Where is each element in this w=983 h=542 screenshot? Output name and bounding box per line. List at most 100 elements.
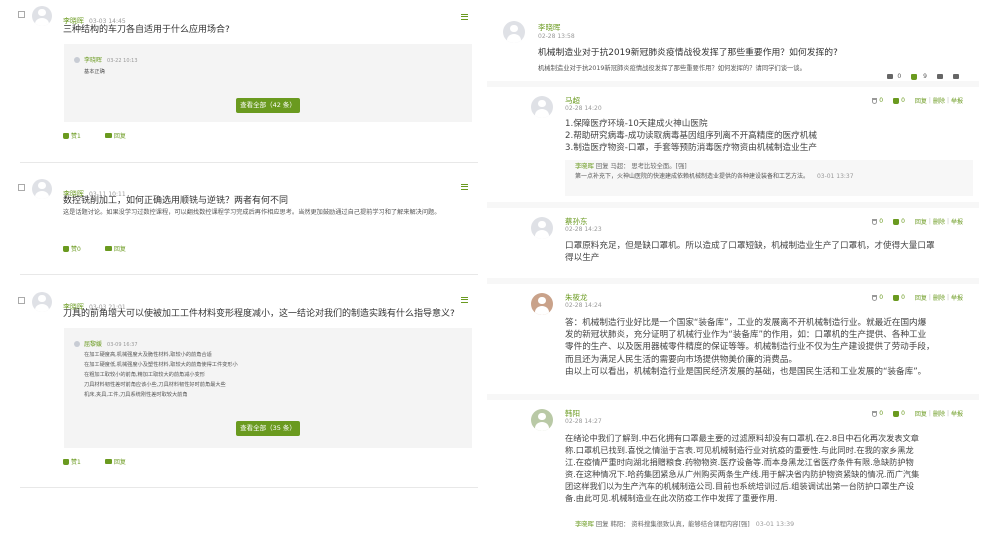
reply-date: 03-01 13:39 <box>755 521 795 528</box>
comment-icon[interactable] <box>937 74 943 79</box>
report-link[interactable]: 举报 <box>951 293 963 302</box>
topic-title[interactable]: 数控铣削加工，如何正确选用顺铣与逆铣？两者有何不同 <box>63 193 288 206</box>
like-icon[interactable] <box>63 245 69 252</box>
select-checkbox[interactable] <box>18 297 25 304</box>
more-icon[interactable] <box>953 74 959 79</box>
like-count: 0 <box>901 410 905 417</box>
like-icon[interactable] <box>893 218 900 225</box>
reply-text-2: 第一点补充下，火神山医院的快速建成依赖机械制造业提供的各种建设装备和工艺方法。 … <box>575 173 854 180</box>
answer-actions: 0 0 回复 | 删除 | 举报 <box>872 96 963 105</box>
reply-author[interactable]: 李晓晖 <box>575 521 594 528</box>
topic-stats: 0 9 <box>883 73 959 80</box>
answer-date: 02-28 14:20 <box>565 105 602 112</box>
topic-post: 李晓晖 03-03 21:01 刀具的前角增大可以使被加工工件材料变形程度减小，这… <box>16 286 478 488</box>
menu-icon[interactable] <box>461 184 468 190</box>
trophy-icon[interactable] <box>872 410 878 417</box>
divider <box>20 274 478 275</box>
reply-link[interactable]: 回复 <box>915 96 927 105</box>
like-icon[interactable] <box>893 97 900 104</box>
trophy-icon[interactable] <box>872 97 878 104</box>
like-icon[interactable] <box>63 132 69 139</box>
avatar <box>32 292 52 312</box>
answer-date: 02-28 14:24 <box>565 302 602 309</box>
topic-title: 机械制造业对于抗2019新冠肺炎疫情战役发挥了那些重要作用？如何发挥的? <box>538 48 838 58</box>
reply-text: 资料搜集很致认真，能够结合课程内容[强] <box>631 521 750 528</box>
topic-header: 李晓晖 02-28 13:58 机械制造业对于抗2019新冠肺炎疫情战役发挥了那… <box>487 15 979 81</box>
reply-preview: 李晓晖 03-22 10:13 基本正确 查看全部（42 条） <box>64 44 472 122</box>
divider <box>20 487 478 488</box>
like-count[interactable]: 赞1 <box>71 131 81 140</box>
reply-link[interactable]: 回复 <box>114 131 126 140</box>
answer-line: 得以生产 <box>565 253 600 264</box>
topic-post: 李晓晖 03-03 14:45 三种结构的车刀各自适用于什么应用场合? 李晓晖 03… <box>16 0 478 163</box>
reply-link[interactable]: 回复 <box>915 217 927 226</box>
reply-link[interactable]: 回复 <box>114 457 126 466</box>
reply-head: 李晓晖 回复 韩阳： 资料搜集很致认真，能够结合课程内容[强] 03-01 13… <box>575 520 963 530</box>
menu-icon[interactable] <box>461 14 468 20</box>
reply-target: 韩阳： <box>610 521 630 528</box>
topic-description: 机械制造业对于抗2019新冠肺炎疫情战役发挥了那些重要作用？如何发挥的？请同学们… <box>538 65 806 72</box>
answer-line: 答：机械制造行业好比是一个国家“装备库”，工业的发展离不开机械制造行业。就最近在… <box>565 318 927 328</box>
answer-date: 02-28 14:23 <box>565 226 602 233</box>
delete-link[interactable]: 删除 <box>933 293 945 302</box>
reply-link[interactable]: 回复 <box>114 244 126 253</box>
select-checkbox[interactable] <box>18 11 25 18</box>
reply-meta: 李晓晖 03-22 10:13 <box>84 55 138 64</box>
delete-link[interactable]: 删除 <box>933 217 945 226</box>
reply-icon[interactable] <box>104 133 112 138</box>
teacher-reply: 李晓晖 回复 韩阳： 资料搜集很致认真，能够结合课程内容[强] 03-01 13… <box>565 518 973 534</box>
delete-link[interactable]: 删除 <box>933 409 945 418</box>
report-link[interactable]: 举报 <box>951 217 963 226</box>
reply-icon[interactable] <box>104 459 112 464</box>
answer-body: 口罩原料充足，但是缺口罩机。所以造成了口罩短缺，机械制造业生产了口罩机，才使得大… <box>565 240 973 264</box>
answer-line: 而且还为满足人民生活的需要向市场提供物美价廉的消费品。 <box>565 354 798 365</box>
delete-link[interactable]: 删除 <box>933 96 945 105</box>
reply-author[interactable]: 李晓晖 <box>575 163 594 170</box>
reply-text: 机床,夹具,工件,刀具系统刚性差时取较大前角 <box>84 392 188 398</box>
page: 李晓晖 03-03 14:45 三种结构的车刀各自适用于什么应用场合? 李晓晖 03… <box>0 0 983 542</box>
avatar <box>503 21 525 43</box>
like-icon[interactable] <box>911 73 918 80</box>
reply-author[interactable]: 李晓晖 <box>84 57 102 64</box>
menu-icon[interactable] <box>461 297 468 303</box>
like-icon[interactable] <box>893 410 900 417</box>
avatar <box>531 409 553 431</box>
trophy-icon[interactable] <box>872 294 878 301</box>
answer-card: 蔡孙东 02-28 14:23 0 0 回复 | 删除 | 举报 口罩原料充足，但是… <box>487 208 979 278</box>
like-count: 9 <box>923 73 927 80</box>
answer-line: 资.在这种情况下.哈药集团紧急从广州购买两条生产线.用于解决省内防护物资紧缺的情… <box>565 469 920 479</box>
reply-author[interactable]: 屈黎媛 <box>84 341 102 348</box>
author-name[interactable]: 李晓晖 <box>538 22 561 33</box>
like-icon[interactable] <box>893 294 900 301</box>
answer-line: 零件的生产、以及医用器械零件精度的保证等等。机械制造行业不仅为生产建设提供了劳动… <box>565 342 935 353</box>
like-icon[interactable] <box>63 458 69 465</box>
post-actions: 赞0 回复 <box>63 244 126 253</box>
select-checkbox[interactable] <box>18 184 25 191</box>
report-link[interactable]: 举报 <box>951 409 963 418</box>
reply-date: 03-09 16:37 <box>107 342 138 348</box>
reply-target: 马超： <box>610 163 630 170</box>
reply-link[interactable]: 回复 <box>915 293 927 302</box>
avatar <box>531 217 553 239</box>
trophy-count: 0 <box>897 73 902 80</box>
reply-icon[interactable] <box>104 246 112 251</box>
topic-title[interactable]: 刀具的前角增大可以使被加工工件材料变形程度减小，这一结论对我们的制造实践有什么指… <box>63 306 455 319</box>
view-all-button[interactable]: 查看全部（35 条） <box>236 421 300 436</box>
topic-title[interactable]: 三种结构的车刀各自适用于什么应用场合? <box>63 22 230 35</box>
view-all-button[interactable]: 查看全部（42 条） <box>236 98 300 113</box>
like-count[interactable]: 赞0 <box>71 244 81 253</box>
reply-link[interactable]: 回复 <box>915 409 927 418</box>
reply-text: 思考比较全面。[强] <box>631 163 687 170</box>
answer-line: 江.在疫情严重时向湖北捐赠粮食.药物物资.医疗设备等.而本身黑龙江省医疗条件有限… <box>565 457 914 467</box>
teacher-reply: 李晓晖 回复 马超： 思考比较全面。[强] 第一点补充下，火神山医院的快速建成依… <box>565 160 973 196</box>
reply-preview: 屈黎媛 03-09 16:37 在加工硬度高,机械强度大及脆性材料,取较小的前角合… <box>64 328 472 448</box>
answer-line: 2.帮助研究病毒-成功读取病毒基因组序列离不开高精度的医疗机械 <box>565 131 817 142</box>
trophy-icon[interactable] <box>887 74 894 79</box>
trophy-icon[interactable] <box>872 218 878 225</box>
report-link[interactable]: 举报 <box>951 96 963 105</box>
post-actions: 赞1 回复 <box>63 131 126 140</box>
discussion-detail: 李晓晖 02-28 13:58 机械制造业对于抗2019新冠肺炎疫情战役发挥了那… <box>487 15 979 542</box>
like-count[interactable]: 赞1 <box>71 457 81 466</box>
reply-head: 李晓晖 回复 马超： 思考比较全面。[强] <box>575 162 963 172</box>
answer-line: 备.由此可见.机械制造业在此次防疫工作中发挥了重要作用. <box>565 493 778 503</box>
